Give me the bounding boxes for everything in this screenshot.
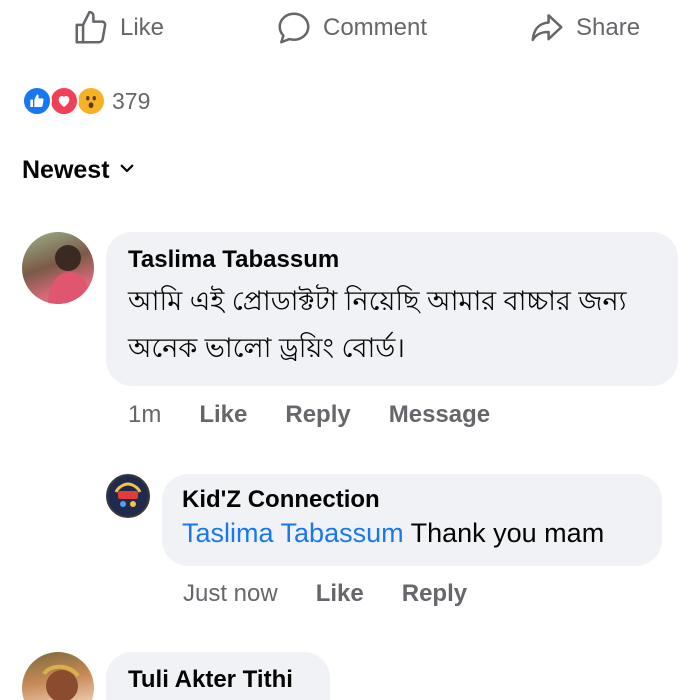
share-label: Share <box>576 14 641 41</box>
like-label: Like <box>120 14 165 41</box>
comment-actions: 1m Like Reply Message <box>128 398 490 432</box>
comment-author[interactable]: Taslima Tabassum <box>128 246 658 274</box>
like-button[interactable]: Like <box>72 8 164 48</box>
wow-reaction-icon <box>76 86 106 116</box>
comment-bubble: Tuli Akter Tithi <box>106 652 330 700</box>
comment-bubble: Taslima Tabassum আমি এই প্রোডাক্টটা নিয়… <box>106 232 678 386</box>
comment-reply-button[interactable]: Reply <box>285 401 350 429</box>
love-reaction-icon <box>49 86 79 116</box>
reaction-count: 379 <box>112 87 151 114</box>
reactions-summary[interactable]: 379 <box>22 84 150 118</box>
share-arrow-icon <box>528 9 566 47</box>
reply-actions: Just now Like Reply <box>183 577 467 611</box>
chevron-down-icon <box>118 159 136 182</box>
reply-author[interactable]: Kid'Z Connection <box>182 486 642 514</box>
share-button[interactable]: Share <box>528 8 640 48</box>
reply-bubble: Kid'Z Connection Taslima Tabassum Thank … <box>162 474 662 566</box>
comment-author[interactable]: Tuli Akter Tithi <box>128 666 310 694</box>
comment-bubble-icon <box>275 9 313 47</box>
avatar[interactable] <box>22 652 94 700</box>
reply-text: Thank you mam <box>410 518 605 548</box>
sort-label: Newest <box>22 155 110 184</box>
comment-message-button[interactable]: Message <box>389 401 490 429</box>
page-avatar[interactable] <box>106 474 150 518</box>
reply-timestamp[interactable]: Just now <box>183 580 278 608</box>
like-reaction-icon <box>22 86 52 116</box>
avatar[interactable] <box>22 232 94 304</box>
comment-sort-dropdown[interactable]: Newest <box>22 152 136 188</box>
comment-label: Comment <box>323 14 428 41</box>
reply-like-button[interactable]: Like <box>316 580 364 608</box>
comment-text: আমি এই প্রোডাক্টটা নিয়েছি আমার বাচ্চার … <box>128 286 627 363</box>
mention-link[interactable]: Taslima Tabassum <box>182 518 404 548</box>
comment-button[interactable]: Comment <box>275 8 427 48</box>
comment-timestamp[interactable]: 1m <box>128 401 161 429</box>
reply-text-line: Taslima Tabassum Thank you mam <box>182 518 642 549</box>
reply-reply-button[interactable]: Reply <box>402 580 467 608</box>
thumbs-up-icon <box>72 9 110 47</box>
post-action-bar: Like Comment Share <box>0 0 700 58</box>
comment-like-button[interactable]: Like <box>199 401 247 429</box>
